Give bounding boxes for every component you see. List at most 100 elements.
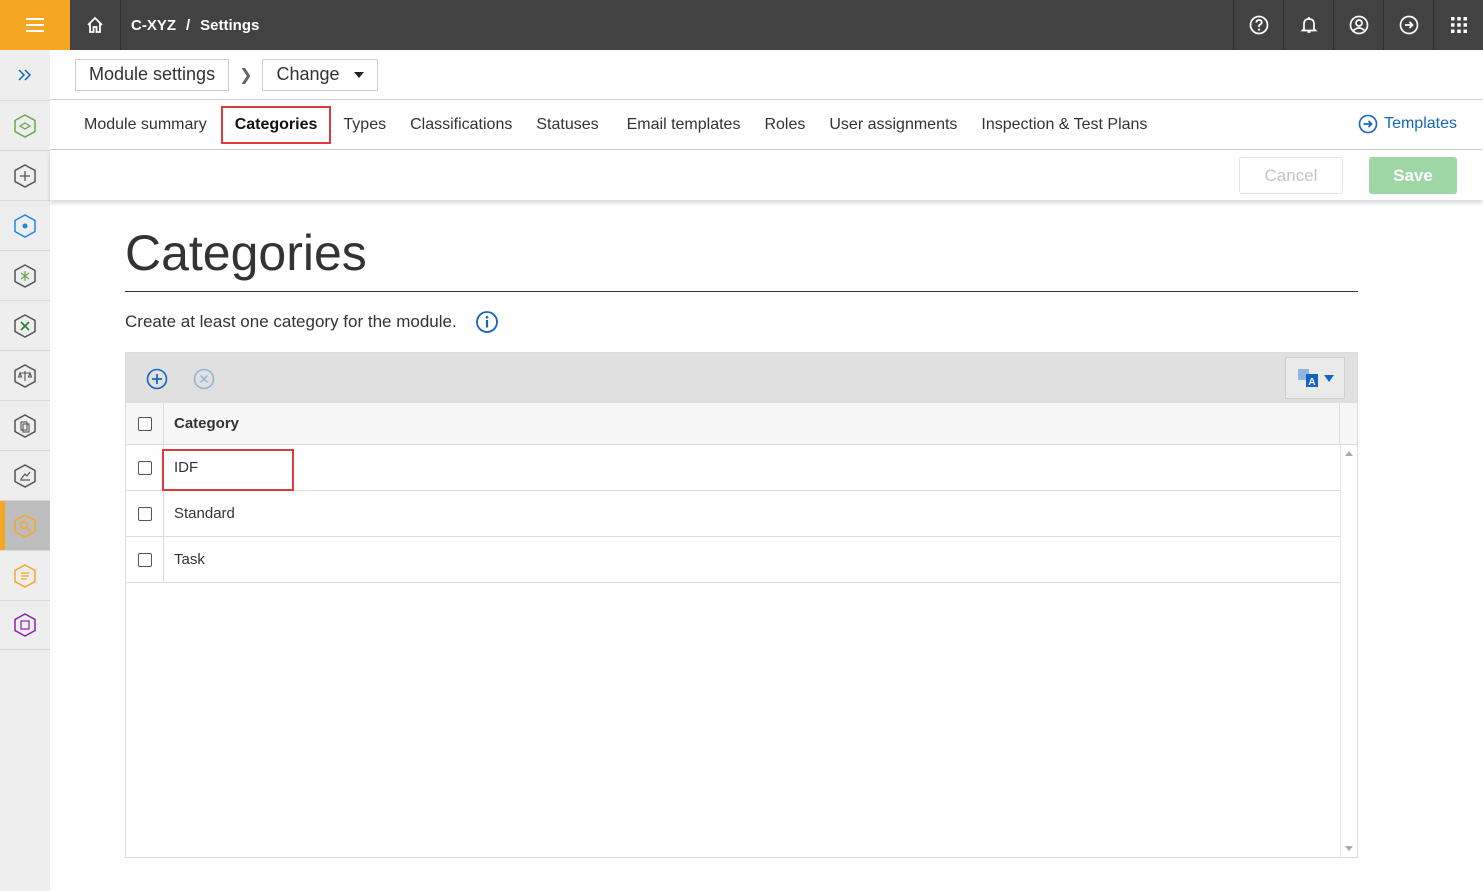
- row-checkbox[interactable]: [137, 506, 152, 521]
- sidebar-module-4[interactable]: [0, 250, 50, 300]
- help-icon: [1249, 15, 1268, 35]
- save-button[interactable]: Save: [1369, 157, 1457, 194]
- sidebar-module-8[interactable]: [0, 450, 50, 500]
- module-hexagon-scale-icon: [14, 363, 36, 388]
- user-icon: [1349, 15, 1368, 35]
- top-bar: C-XYZ / Settings: [0, 0, 1483, 50]
- module-hexagon-green-icon: [14, 113, 36, 138]
- sidebar-module-3[interactable]: [0, 200, 50, 250]
- column-header-category[interactable]: Category: [164, 403, 1340, 444]
- grid-body: IDF Standard Task: [126, 445, 1357, 857]
- sidebar-module-1[interactable]: [0, 100, 50, 150]
- tab-classifications[interactable]: Classifications: [398, 106, 524, 144]
- top-right-actions: [1233, 0, 1483, 50]
- scroll-down-arrow-icon[interactable]: [1345, 846, 1353, 851]
- apps-button[interactable]: [1433, 0, 1483, 50]
- change-dropdown[interactable]: Change: [262, 58, 378, 91]
- bell-icon: [1299, 17, 1318, 33]
- tab-email-templates[interactable]: Email templates: [615, 106, 753, 144]
- arrow-circle-right-icon: [1358, 114, 1378, 134]
- translate-dropdown[interactable]: A: [1285, 357, 1345, 399]
- sidebar-module-11[interactable]: [0, 600, 50, 650]
- tab-module-summary[interactable]: Module summary: [72, 106, 219, 144]
- page-subtitle: Create at least one category for the mod…: [125, 310, 499, 334]
- module-hexagon-list-orange-icon: [14, 563, 36, 588]
- row-check-cell: [126, 537, 164, 582]
- cancel-button[interactable]: Cancel: [1239, 157, 1343, 194]
- breadcrumb-settings[interactable]: Settings: [200, 17, 259, 34]
- caret-down-icon: [1324, 374, 1334, 382]
- module-hexagon-star-icon: [14, 263, 36, 288]
- sidebar-module-9-active[interactable]: [0, 500, 50, 550]
- info-icon[interactable]: [475, 310, 499, 334]
- templates-label: Templates: [1384, 115, 1457, 132]
- select-all-checkbox[interactable]: [137, 416, 152, 431]
- row-check-cell: [126, 491, 164, 536]
- module-selector-row: Module settings ❯ Change: [50, 50, 1483, 100]
- subtitle-text: Create at least one category for the mod…: [125, 312, 457, 331]
- double-chevron-right-icon: [18, 69, 32, 81]
- profile-button[interactable]: [1333, 0, 1383, 50]
- change-dropdown-label: Change: [276, 64, 340, 84]
- sidebar-module-10[interactable]: [0, 550, 50, 600]
- menu-icon: [26, 18, 44, 32]
- module-hexagon-chart-icon: [14, 463, 36, 488]
- table-row[interactable]: Task: [126, 537, 1341, 583]
- module-hexagon-dark-icon: [14, 163, 36, 188]
- table-row[interactable]: IDF: [126, 445, 1341, 491]
- categories-grid: A Category IDF Standard Task: [125, 352, 1358, 858]
- module-hexagon-search-orange-icon: [14, 513, 36, 538]
- settings-tabs: Module summary Categories Types Classifi…: [50, 100, 1483, 150]
- tab-categories[interactable]: Categories: [220, 105, 332, 144]
- action-bar: Cancel Save: [50, 150, 1483, 200]
- row-checkbox[interactable]: [137, 460, 152, 475]
- breadcrumb-project[interactable]: C-XYZ: [131, 17, 176, 34]
- grid-header: Category: [126, 403, 1357, 445]
- help-button[interactable]: [1233, 0, 1283, 50]
- sidebar-expand-button[interactable]: [0, 50, 50, 100]
- row-check-cell: [126, 445, 164, 490]
- remove-row-icon[interactable]: [193, 368, 215, 390]
- add-row-icon[interactable]: [146, 368, 168, 390]
- apps-grid-icon: [1450, 17, 1467, 33]
- tab-inspection-test-plans[interactable]: Inspection & Test Plans: [969, 106, 1159, 144]
- breadcrumb: C-XYZ / Settings: [121, 17, 259, 34]
- module-hexagon-purple-icon: [14, 613, 36, 637]
- home-icon: [87, 16, 103, 33]
- header-scroll-gutter: [1340, 403, 1357, 444]
- module-hexagon-docs-icon: [14, 413, 36, 438]
- row-checkbox[interactable]: [137, 552, 152, 567]
- menu-button[interactable]: [0, 0, 70, 50]
- logout-icon: [1399, 15, 1418, 35]
- grid-toolbar: A: [126, 353, 1357, 403]
- templates-link[interactable]: Templates: [1358, 114, 1457, 134]
- tab-types[interactable]: Types: [331, 106, 398, 144]
- chevron-right-icon: ❯: [239, 66, 253, 84]
- sidebar-module-7[interactable]: [0, 400, 50, 450]
- scroll-up-arrow-icon[interactable]: [1345, 451, 1353, 456]
- svg-text:A: A: [1308, 377, 1315, 388]
- category-cell[interactable]: IDF: [162, 445, 1341, 491]
- translate-icon: A: [1298, 369, 1318, 388]
- breadcrumb-separator: /: [186, 16, 191, 34]
- title-divider: [125, 291, 1358, 292]
- category-cell[interactable]: Standard: [164, 491, 1341, 536]
- caret-down-icon: [353, 71, 364, 78]
- module-hexagon-blue-icon: [14, 213, 36, 238]
- logout-button[interactable]: [1383, 0, 1433, 50]
- sidebar-module-5[interactable]: [0, 300, 50, 350]
- tab-user-assignments[interactable]: User assignments: [817, 106, 969, 144]
- vertical-scrollbar[interactable]: [1340, 445, 1357, 857]
- tab-statuses[interactable]: Statuses: [524, 106, 614, 144]
- category-cell[interactable]: Task: [164, 537, 1341, 582]
- select-all-cell: [126, 403, 164, 444]
- home-button[interactable]: [70, 0, 121, 50]
- sidebar-module-2[interactable]: [0, 150, 50, 200]
- tab-roles[interactable]: Roles: [752, 106, 817, 144]
- module-hexagon-tools-icon: [14, 313, 36, 338]
- notifications-button[interactable]: [1283, 0, 1333, 50]
- table-row[interactable]: Standard: [126, 491, 1341, 537]
- page-title: Categories: [125, 225, 367, 281]
- module-settings-button[interactable]: Module settings: [75, 58, 230, 91]
- sidebar-module-6[interactable]: [0, 350, 50, 400]
